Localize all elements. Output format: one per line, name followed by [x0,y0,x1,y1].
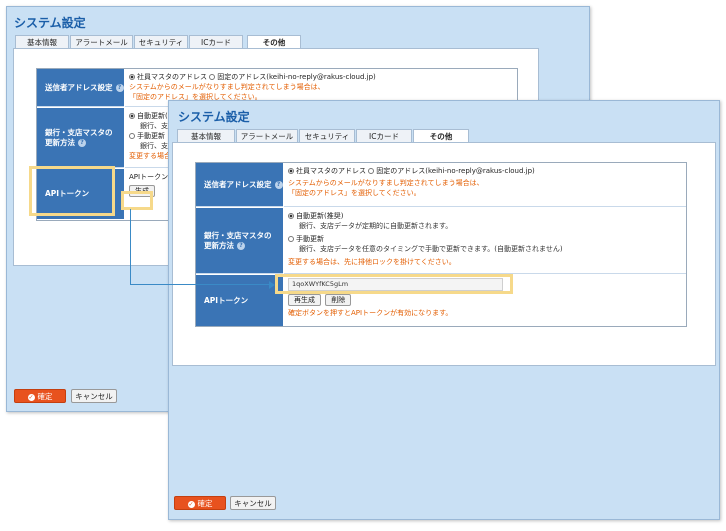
check-icon: ✓ [27,393,35,401]
settings-window-after: システム設定 基本情報 アラートメール セキュリティ ICカード その他 送信者… [168,100,720,520]
tab-alert-mail[interactable]: アラートメール [70,35,133,49]
bank-update-label: 銀行・支店マスタの 更新方法? [196,208,283,274]
help-icon[interactable]: ? [115,83,124,92]
sender-address-label: 送信者アドレス設定? [196,163,283,207]
tab-ic-card[interactable]: ICカード [189,35,243,49]
tab-basic-info[interactable]: 基本情報 [177,129,235,143]
sender-address-value: 社員マスタのアドレス 固定のアドレス(keihi-no-reply@rakus-… [284,163,686,207]
settings-table: 送信者アドレス設定? 社員マスタのアドレス 固定のアドレス(keihi-no-r… [195,162,687,327]
radio-manual-update[interactable] [288,236,294,242]
bank-update-label: 銀行・支店マスタの 更新方法? [37,108,124,168]
radio-auto-update[interactable] [129,113,135,119]
window-title: システム設定 [14,16,86,30]
help-icon[interactable]: ? [78,138,86,147]
highlight-api-token [275,274,513,294]
arrow-right-icon [269,281,275,289]
regenerate-button[interactable]: 再生成 [288,294,321,306]
connector-line-vertical [130,209,131,285]
help-icon[interactable]: ? [274,180,283,189]
tab-security[interactable]: セキュリティ [134,35,188,49]
radio-fixed-address[interactable] [368,168,375,174]
radio-default-address[interactable] [129,74,135,80]
radio-auto-update[interactable] [288,213,294,219]
connector-line-horizontal [130,284,269,285]
bank-update-value: 自動更新(推奨) 銀行、支店データが定期的に自動更新されます。 手動更新 銀行、… [284,208,686,274]
highlight-api-label [29,166,115,216]
radio-default-address[interactable] [288,168,294,174]
settings-panel: 送信者アドレス設定? 社員マスタのアドレス 固定のアドレス(keihi-no-r… [172,142,716,366]
cancel-button[interactable]: キャンセル [230,496,276,510]
sender-address-label: 送信者アドレス設定? [37,69,124,107]
highlight-generate-button [121,191,153,210]
tab-alert-mail[interactable]: アラートメール [236,129,298,143]
help-icon[interactable]: ? [237,241,245,250]
tab-ic-card[interactable]: ICカード [356,129,412,143]
delete-button[interactable]: 削除 [325,294,352,306]
tab-security[interactable]: セキュリティ [299,129,355,143]
confirm-button[interactable]: ✓ 確定 [174,496,226,510]
confirm-button[interactable]: ✓ 確定 [14,389,66,403]
tab-basic-info[interactable]: 基本情報 [15,35,69,49]
cancel-button[interactable]: キャンセル [71,389,117,403]
check-icon: ✓ [187,500,195,508]
radio-fixed-address[interactable] [209,74,216,80]
window-title: システム設定 [178,110,250,124]
radio-manual-update[interactable] [129,133,135,139]
